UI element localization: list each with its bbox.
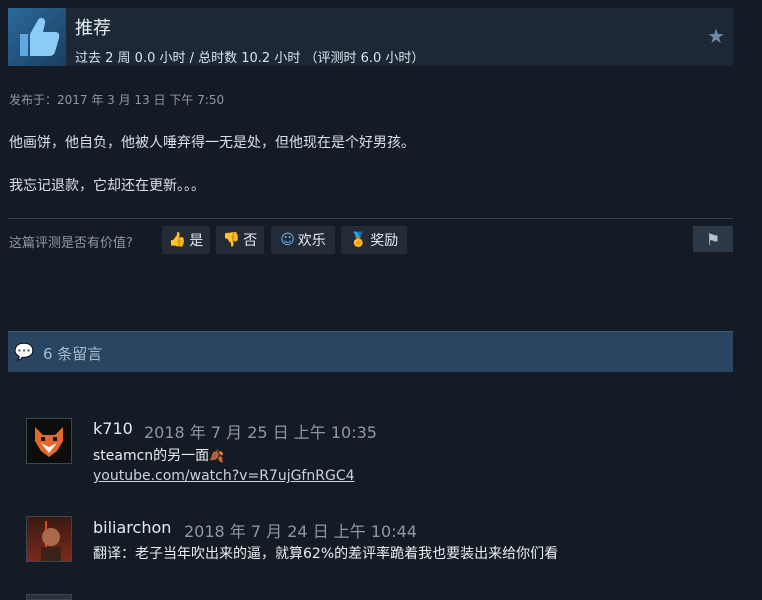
avatar[interactable] (26, 594, 72, 600)
comment-author[interactable]: k710 (93, 419, 133, 438)
vote-yes-label: 是 (189, 233, 204, 249)
review-body: 他画饼，他自负，他被人唾弃得一无是处，但他现在是个好男孩。 我忘记退款，它却还在… (9, 134, 415, 220)
comment-count: 6 条留言 (43, 345, 103, 363)
vote-funny-button[interactable]: ☺ 欢乐 (271, 226, 335, 254)
star-icon[interactable]: ★ (707, 24, 725, 48)
helpful-prompt: 这篇评测是否有价值? (9, 236, 133, 251)
comment-bubble-icon: 💬 (14, 342, 34, 361)
comments-header: 💬 6 条留言 (8, 331, 733, 372)
thumbs-up-icon: 👍 (168, 232, 187, 248)
vote-no-button[interactable]: 👎 否 (216, 226, 264, 254)
posted-date: 发布于：2017 年 3 月 13 日 下午 7:50 (9, 93, 225, 107)
comment-author[interactable]: biliarchon (93, 518, 171, 537)
thumbs-up-icon (8, 8, 66, 66)
thumbs-down-icon: 👎 (222, 232, 241, 248)
vote-no-label: 否 (243, 233, 258, 249)
comment-text-content: steamcn的另一面 (93, 448, 210, 464)
review-header: 推荐 过去 2 周 0.0 小时 / 总时数 10.2 小时 （评测时 6.0 … (8, 8, 733, 66)
playtime-hours: 过去 2 周 0.0 小时 / 总时数 10.2 小时 （评测时 6.0 小时） (75, 51, 425, 66)
comment-timestamp: 2018 年 7 月 25 日 上午 10:35 (144, 423, 377, 442)
avatar[interactable] (26, 516, 72, 562)
award-button[interactable]: 🏅 奖励 (341, 226, 407, 254)
vote-funny-label: 欢乐 (297, 233, 326, 249)
award-icon: 🏅 (349, 232, 368, 248)
emoticon-icon: 🍂 (209, 449, 225, 463)
comment-link[interactable]: youtube.com/watch?v=R7ujGfnRGC4 (93, 468, 355, 484)
review-paragraph: 他画饼，他自负，他被人唾弃得一无是处，但他现在是个好男孩。 (9, 135, 415, 151)
flag-icon: ⚑ (705, 229, 721, 249)
report-flag-button[interactable]: ⚑ (693, 226, 733, 252)
avatar[interactable] (26, 418, 72, 464)
smiley-icon: ☺ (280, 232, 295, 248)
recommendation-title: 推荐 (75, 18, 111, 39)
comment-timestamp: 2018 年 7 月 24 日 上午 10:44 (184, 522, 417, 541)
divider (8, 218, 733, 219)
vote-yes-button[interactable]: 👍 是 (162, 226, 210, 254)
comment-text: steamcn的另一面🍂 (93, 445, 224, 465)
award-label: 奖励 (370, 233, 399, 249)
comment-text: 翻译：老子当年吹出来的逼，就算62%的差评率跪着我也要装出来给你们看 (93, 546, 559, 562)
review-paragraph: 我忘记退款，它却还在更新。。。 (9, 178, 205, 194)
